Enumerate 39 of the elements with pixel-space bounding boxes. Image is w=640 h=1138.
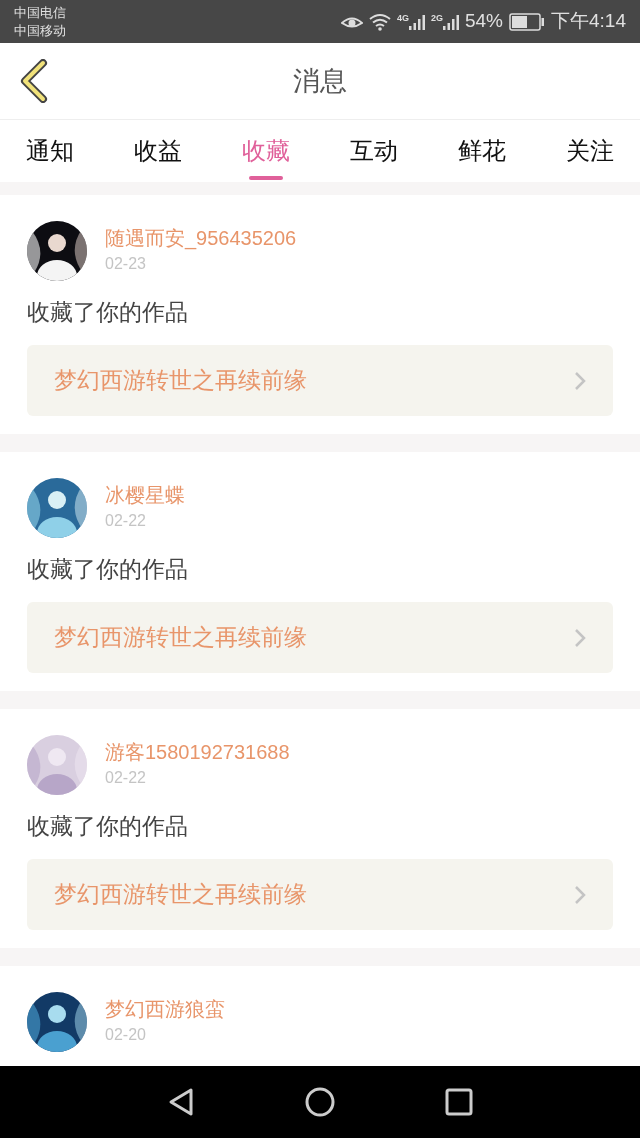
- recent-apps-icon[interactable]: [445, 1088, 473, 1116]
- tab-indicator: [249, 176, 283, 180]
- back-icon: [19, 59, 49, 103]
- tab[interactable]: 收藏: [242, 126, 290, 176]
- chevron-right-icon: [574, 627, 586, 648]
- clock: 下午4:14: [551, 9, 626, 34]
- signal-icon: [443, 13, 459, 30]
- message-date: 02-23: [105, 254, 147, 274]
- network-type: 4G: [396, 13, 409, 23]
- tab[interactable]: 鲜花: [458, 126, 506, 176]
- page-title: 消息: [293, 64, 347, 98]
- battery-percent: 54%: [465, 9, 503, 34]
- message-text: 收藏了你的作品: [27, 812, 189, 841]
- carrier-name: 中国移动: [14, 21, 66, 40]
- signal-icon: [408, 13, 425, 30]
- chevron-right-icon: [574, 884, 586, 905]
- network-type: 2G: [430, 13, 443, 23]
- user-name[interactable]: 随遇而安_956435206: [105, 225, 297, 251]
- tab[interactable]: 关注: [566, 126, 614, 176]
- chevron-right-icon: [574, 370, 586, 391]
- message-text: 收藏了你的作品: [27, 298, 189, 327]
- message-text: 收藏了你的作品: [27, 555, 189, 584]
- message-date: 02-22: [105, 768, 147, 788]
- tab[interactable]: 收益: [134, 126, 182, 176]
- message-date: 02-22: [105, 511, 147, 531]
- tab[interactable]: 通知: [26, 126, 74, 176]
- work-link[interactable]: 梦幻西游转世之再续前缘: [27, 602, 613, 673]
- carrier-name: 中国电信: [14, 3, 66, 22]
- back-icon[interactable]: [167, 1087, 195, 1117]
- battery-icon: [509, 12, 545, 31]
- user-name[interactable]: 冰樱星蝶: [105, 482, 185, 508]
- user-name[interactable]: 梦幻西游狼蛮: [105, 996, 225, 1022]
- tab[interactable]: 互动: [350, 126, 398, 176]
- message-date: 02-20: [105, 1025, 147, 1045]
- home-icon[interactable]: [305, 1087, 335, 1117]
- wifi-icon: [368, 12, 391, 31]
- work-link[interactable]: 梦幻西游转世之再续前缘: [27, 345, 613, 416]
- work-link[interactable]: 梦幻西游转世之再续前缘: [27, 859, 613, 930]
- user-name[interactable]: 游客1580192731688: [105, 739, 290, 765]
